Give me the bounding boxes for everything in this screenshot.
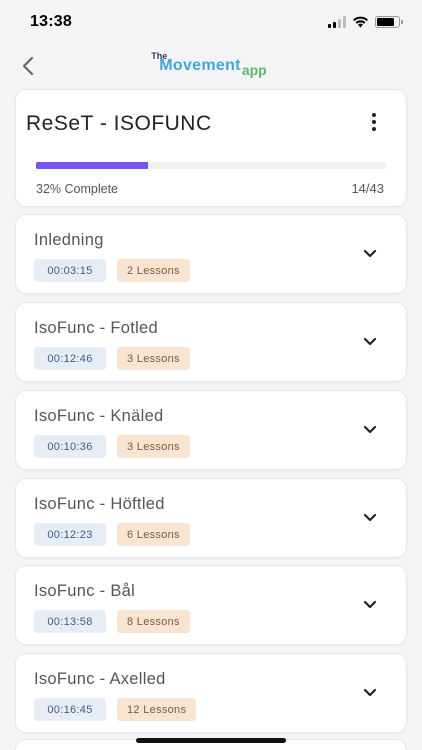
progress-fill bbox=[36, 162, 148, 169]
chevron-down-icon[interactable] bbox=[362, 335, 378, 347]
battery-icon bbox=[375, 16, 403, 28]
section-card[interactable]: IsoFunc - Bål 00:13:58 8 Lessons bbox=[16, 566, 406, 644]
course-card: ReSeT - ISOFUNC 32% Complete 14/43 bbox=[16, 90, 406, 206]
home-indicator bbox=[136, 738, 286, 743]
section-title: Inledning bbox=[34, 231, 104, 249]
section-title: IsoFunc - Axelled bbox=[34, 670, 166, 688]
section-title: IsoFunc - Fotled bbox=[34, 319, 159, 337]
section-card[interactable]: IsoFunc - Höftled 00:12:23 6 Lessons bbox=[16, 479, 406, 557]
chevron-down-icon[interactable] bbox=[362, 598, 378, 610]
section-card[interactable]: IsoFunc - Axelled 00:16:45 12 Lessons bbox=[16, 654, 406, 732]
chevron-down-icon[interactable] bbox=[362, 423, 378, 435]
status-icons bbox=[328, 16, 403, 28]
lessons-badge: 6 Lessons bbox=[117, 523, 190, 546]
app-logo: The Movement app bbox=[151, 51, 267, 78]
back-button[interactable] bbox=[14, 52, 42, 80]
course-title: ReSeT - ISOFUNC bbox=[26, 112, 212, 135]
duration-badge: 00:12:23 bbox=[34, 523, 106, 546]
wifi-icon bbox=[353, 16, 368, 28]
lessons-badge: 3 Lessons bbox=[117, 435, 190, 458]
duration-badge: 00:10:36 bbox=[34, 435, 106, 458]
more-options-button[interactable] bbox=[364, 110, 384, 134]
duration-badge: 00:12:46 bbox=[34, 347, 106, 370]
section-title: IsoFunc - Bål bbox=[34, 582, 136, 600]
nav-header: The Movement app bbox=[0, 44, 422, 88]
status-bar: 13:38 bbox=[0, 0, 422, 44]
lessons-badge: 12 Lessons bbox=[117, 698, 197, 721]
lessons-badge: 3 Lessons bbox=[117, 347, 190, 370]
section-title: IsoFunc - Knäled bbox=[34, 407, 164, 425]
duration-badge: 00:13:58 bbox=[34, 610, 106, 633]
logo-movement: Movement bbox=[159, 57, 241, 74]
progress-count: 14/43 bbox=[351, 181, 384, 196]
chevron-down-icon[interactable] bbox=[362, 247, 378, 259]
status-time: 13:38 bbox=[30, 13, 72, 30]
section-card[interactable]: Inledning 00:03:15 2 Lessons bbox=[16, 215, 406, 293]
lessons-badge: 8 Lessons bbox=[117, 610, 190, 633]
duration-badge: 00:03:15 bbox=[34, 259, 106, 282]
more-vertical-icon bbox=[372, 113, 376, 117]
chevron-left-icon bbox=[22, 56, 34, 76]
logo-the: The bbox=[151, 51, 168, 61]
chevron-down-icon[interactable] bbox=[362, 686, 378, 698]
section-card[interactable]: IsoFunc - Knäled 00:10:36 3 Lessons bbox=[16, 391, 406, 469]
cellular-signal-icon bbox=[328, 16, 346, 28]
lessons-badge: 2 Lessons bbox=[117, 259, 190, 282]
chevron-down-icon[interactable] bbox=[362, 511, 378, 523]
section-card[interactable]: IsoFunc - Fotled 00:12:46 3 Lessons bbox=[16, 303, 406, 381]
section-title: IsoFunc - Höftled bbox=[34, 495, 165, 513]
progress-bar bbox=[36, 162, 386, 169]
progress-label: 32% Complete bbox=[36, 182, 118, 196]
duration-badge: 00:16:45 bbox=[34, 698, 106, 721]
logo-app: app bbox=[241, 62, 267, 78]
